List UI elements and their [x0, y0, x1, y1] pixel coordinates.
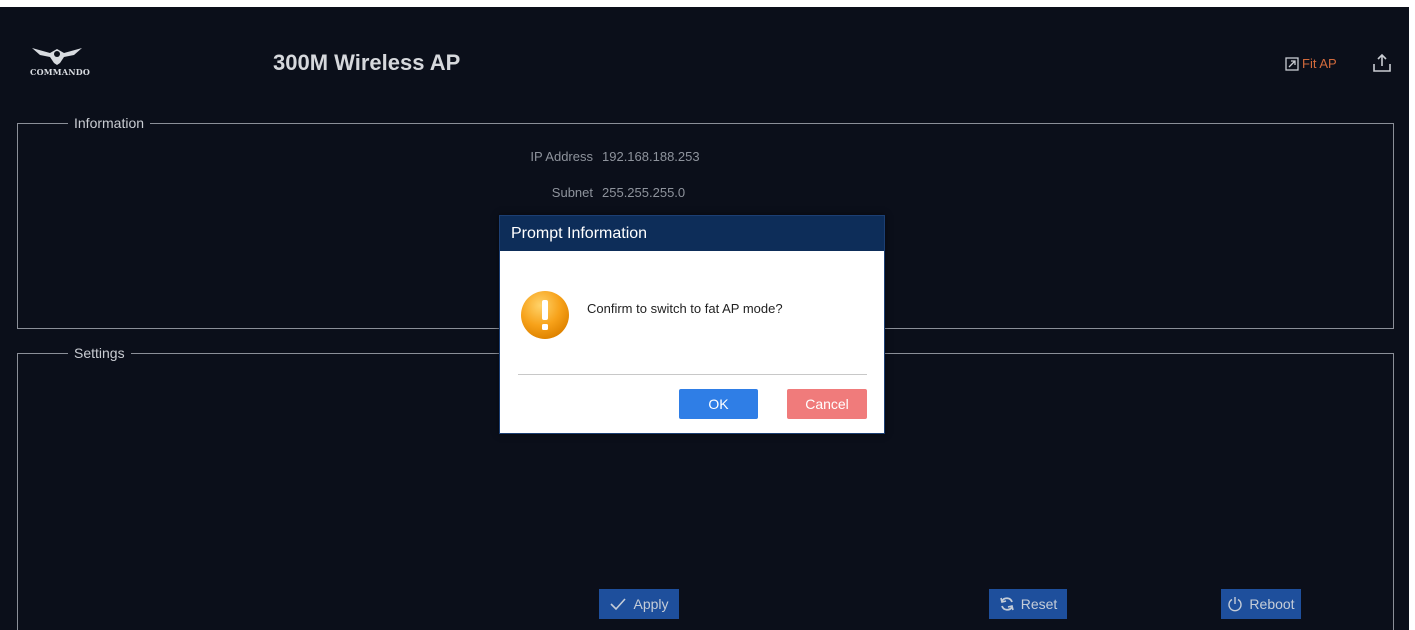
apply-label: Apply	[633, 596, 669, 612]
dialog-message: Confirm to switch to fat AP mode?	[587, 301, 783, 316]
fit-ap-label: Fit AP	[1302, 56, 1337, 71]
reset-button[interactable]: Reset	[989, 589, 1067, 619]
reboot-button[interactable]: Reboot	[1221, 589, 1301, 619]
reboot-label: Reboot	[1249, 596, 1295, 612]
subnet-value: 255.255.255.0	[602, 185, 686, 200]
information-legend: Information	[74, 115, 145, 131]
reset-label: Reset	[1020, 596, 1058, 612]
apply-button[interactable]: Apply	[599, 589, 679, 619]
dialog-divider	[518, 374, 867, 375]
page-title: 300M Wireless AP	[273, 50, 461, 75]
ip-address-label: IP Address	[530, 149, 593, 164]
eagle-icon	[32, 48, 82, 65]
ok-button[interactable]: OK	[679, 389, 758, 419]
ip-address-value: 192.168.188.253	[602, 149, 700, 164]
confirm-dialog: Prompt Information Confirm to switch to …	[499, 215, 885, 434]
brand-logo: COMMANDO	[30, 43, 90, 83]
check-icon	[610, 598, 627, 611]
power-icon	[1228, 597, 1243, 612]
warning-icon	[519, 289, 571, 346]
dialog-title: Prompt Information	[500, 216, 884, 251]
fit-ap-link[interactable]: Fit AP	[1285, 56, 1337, 71]
settings-legend: Settings	[74, 345, 125, 361]
cancel-button[interactable]: Cancel	[787, 389, 867, 419]
external-link-icon	[1285, 56, 1299, 71]
logo-text: COMMANDO	[30, 67, 91, 77]
refresh-icon	[999, 597, 1014, 611]
upload-icon[interactable]	[1372, 53, 1392, 78]
subnet-label: Subnet	[551, 185, 593, 200]
